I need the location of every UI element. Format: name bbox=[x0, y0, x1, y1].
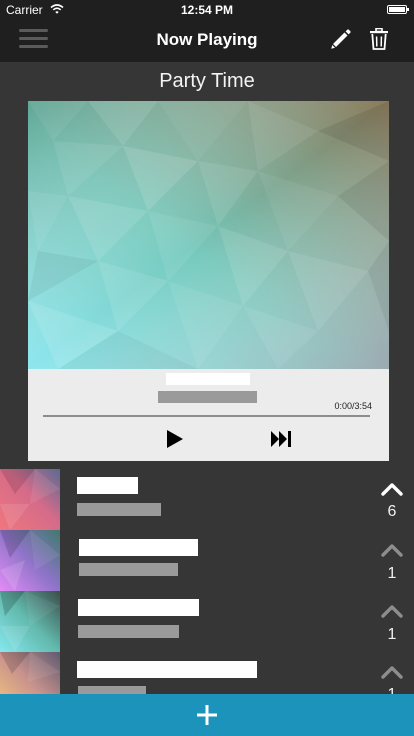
queue-item[interactable]: 6 bbox=[0, 469, 414, 530]
trash-icon[interactable] bbox=[369, 28, 389, 50]
song-queue: 6 1 1 bbox=[0, 469, 414, 694]
song-artist bbox=[78, 686, 146, 694]
battery-icon bbox=[387, 5, 409, 14]
vote-count: 1 bbox=[387, 626, 397, 643]
album-artwork bbox=[28, 101, 389, 369]
skip-forward-icon[interactable] bbox=[271, 431, 293, 447]
song-thumbnail bbox=[0, 591, 60, 652]
add-song-button[interactable] bbox=[0, 694, 414, 736]
now-playing-card: 0:00/3:54 bbox=[28, 101, 389, 461]
navigation-bar: Now Playing bbox=[0, 20, 414, 62]
song-artist bbox=[77, 503, 161, 516]
vote-count: 6 bbox=[387, 503, 397, 520]
vote-count: 1 bbox=[387, 565, 397, 582]
now-playing-title bbox=[166, 373, 250, 385]
vote-count: 1 bbox=[374, 686, 410, 694]
song-thumbnail bbox=[0, 652, 60, 694]
upvote-chevron-icon[interactable] bbox=[380, 481, 404, 497]
song-title bbox=[79, 539, 198, 556]
play-icon[interactable] bbox=[165, 429, 185, 449]
track-time: 0:00/3:54 bbox=[334, 401, 372, 411]
upvote-chevron-icon[interactable] bbox=[380, 542, 404, 558]
upvote-chevron-icon[interactable] bbox=[380, 664, 404, 680]
queue-item[interactable]: 1 bbox=[0, 530, 414, 591]
queue-item[interactable]: 1 bbox=[0, 591, 414, 652]
plus-icon bbox=[197, 705, 217, 725]
pencil-icon[interactable] bbox=[330, 28, 352, 50]
song-artist bbox=[79, 563, 178, 576]
upvote-chevron-icon[interactable] bbox=[380, 603, 404, 619]
clock: 12:54 PM bbox=[180, 3, 234, 17]
song-thumbnail bbox=[0, 469, 60, 530]
progress-slider[interactable] bbox=[43, 415, 370, 417]
playlist-title: Party Time bbox=[159, 70, 255, 92]
queue-item[interactable]: 1 bbox=[0, 652, 414, 694]
song-thumbnail bbox=[0, 530, 60, 591]
song-title bbox=[78, 599, 199, 616]
song-artist bbox=[78, 625, 179, 638]
status-bar: Carrier 12:54 PM bbox=[0, 0, 414, 20]
song-title bbox=[77, 661, 257, 678]
song-title bbox=[77, 477, 138, 494]
now-playing-artist bbox=[158, 391, 257, 403]
